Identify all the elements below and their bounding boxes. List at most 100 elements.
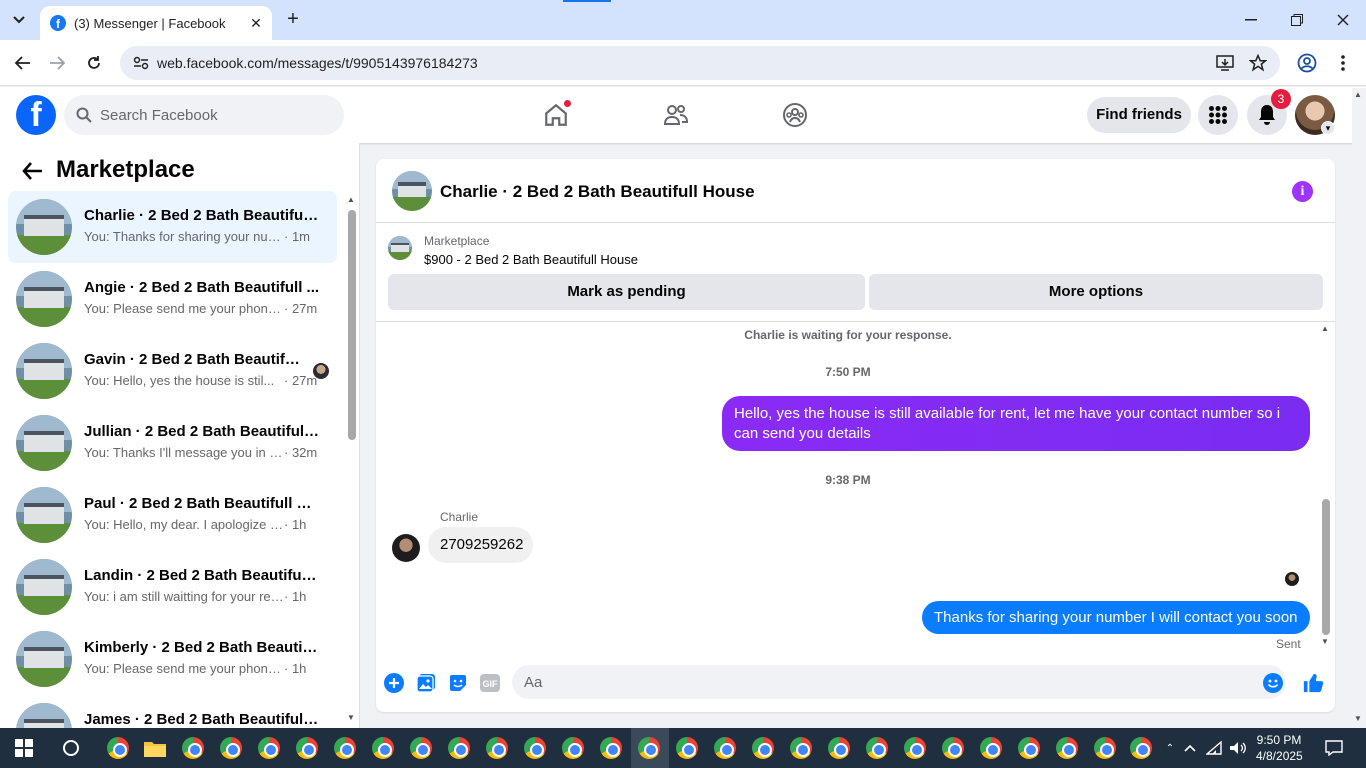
taskbar-chrome-icon[interactable] <box>713 736 737 760</box>
home-nav-button[interactable] <box>540 99 572 131</box>
arrow-left-icon <box>22 162 42 180</box>
taskbar-chrome-icon[interactable] <box>181 736 205 760</box>
windows-start-button[interactable] <box>12 736 36 760</box>
more-actions-button[interactable] <box>383 672 405 694</box>
taskbar-chrome-icon[interactable] <box>333 736 357 760</box>
menu-button[interactable] <box>1198 95 1238 135</box>
conversation-item-charlie[interactable]: Charlie · 2 Bed 2 Bath Beautifull ... Yo… <box>8 191 337 263</box>
conversation-item-kimberly[interactable]: Kimberly · 2 Bed 2 Bath Beautifu... You:… <box>8 623 337 695</box>
reload-button[interactable] <box>83 52 105 74</box>
outgoing-message-bubble[interactable]: Hello, yes the house is still available … <box>722 396 1310 451</box>
info-icon[interactable]: i <box>1292 181 1313 202</box>
taskbar-chrome-icon[interactable] <box>106 736 130 760</box>
install-app-icon[interactable] <box>1215 53 1235 73</box>
gif-button[interactable]: GIF <box>479 672 501 694</box>
volume-icon[interactable] <box>1226 736 1250 760</box>
action-center-button[interactable] <box>1322 736 1346 760</box>
outgoing-message-bubble[interactable]: Thanks for sharing your number I will co… <box>922 601 1310 634</box>
conversation-item-paul[interactable]: Paul · 2 Bed 2 Bath Beautifull Ho... You… <box>8 479 337 551</box>
scroll-up-arrow-icon[interactable]: ▲ <box>1321 324 1329 333</box>
taskbar-chrome-icon[interactable] <box>751 736 775 760</box>
emoji-button[interactable] <box>1262 672 1284 694</box>
taskbar-chrome-icon[interactable] <box>1129 736 1153 760</box>
message-composer: GIF <box>376 659 1335 712</box>
taskbar-chrome-icon[interactable] <box>523 736 547 760</box>
conversation-item-landin[interactable]: Landin · 2 Bed 2 Bath Beautifull ... You… <box>8 551 337 623</box>
restore-button[interactable] <box>1284 8 1310 32</box>
taskbar-chrome-icon[interactable] <box>219 736 243 760</box>
taskbar-chrome-icon[interactable] <box>1017 736 1041 760</box>
show-hidden-icons-button[interactable] <box>1178 736 1202 760</box>
more-options-button[interactable]: More options <box>869 274 1323 310</box>
taskbar-chrome-icon[interactable] <box>979 736 1003 760</box>
sender-avatar[interactable] <box>392 534 420 562</box>
bookmark-star-icon[interactable] <box>1248 53 1268 73</box>
taskbar-chrome-icon[interactable] <box>371 736 395 760</box>
incoming-message-bubble[interactable]: 2709259262 <box>428 527 533 563</box>
profile-button[interactable] <box>1296 52 1318 74</box>
taskbar-chrome-icon[interactable] <box>561 736 585 760</box>
friends-nav-button[interactable] <box>660 99 692 131</box>
taskbar-chrome-icon[interactable] <box>827 736 851 760</box>
marketplace-sidebar: Marketplace Charlie · 2 Bed 2 Bath Beaut… <box>0 143 360 728</box>
taskbar-chrome-icon[interactable] <box>903 736 927 760</box>
taskbar-chrome-icon[interactable] <box>1055 736 1079 760</box>
facebook-search-input[interactable]: Search Facebook <box>64 95 344 135</box>
browser-menu-button[interactable] <box>1332 52 1354 74</box>
taskbar-chrome-icon-active[interactable] <box>637 736 661 760</box>
page-scroll-up-arrow-icon[interactable]: ▲ <box>1354 90 1362 99</box>
photo-icon <box>416 674 435 693</box>
taskbar-chrome-icon[interactable] <box>941 736 965 760</box>
close-tab-icon[interactable]: ✕ <box>248 15 264 31</box>
message-input[interactable] <box>512 665 1286 699</box>
listing-avatar[interactable] <box>392 171 432 211</box>
taskbar-chrome-icon[interactable] <box>257 736 281 760</box>
groups-nav-button[interactable] <box>779 99 811 131</box>
close-window-button[interactable] <box>1330 8 1356 32</box>
taskbar-chrome-icon[interactable] <box>295 736 319 760</box>
like-send-button[interactable] <box>1302 672 1324 694</box>
chat-scrollbar-thumb[interactable] <box>1322 499 1330 635</box>
taskbar-chrome-icon[interactable] <box>1093 736 1117 760</box>
conversation-item-james[interactable]: James · 2 Bed 2 Bath Beautifull ... <box>8 695 337 728</box>
taskbar-chrome-icon[interactable] <box>865 736 889 760</box>
taskbar-chrome-icon[interactable] <box>409 736 433 760</box>
browser-tab-messenger[interactable]: f (3) Messenger | Facebook ✕ <box>40 6 272 40</box>
search-button[interactable] <box>59 736 83 760</box>
minimize-button[interactable] <box>1238 8 1264 32</box>
sidebar-scrollbar-thumb[interactable] <box>348 210 356 440</box>
taskbar-chrome-icon[interactable] <box>599 736 623 760</box>
taskbar-chrome-icon[interactable] <box>447 736 471 760</box>
back-button[interactable] <box>11 52 33 74</box>
network-icon[interactable] <box>1202 736 1226 760</box>
taskbar-chrome-icon[interactable] <box>675 736 699 760</box>
find-friends-button[interactable]: Find friends <box>1087 97 1191 133</box>
scroll-up-arrow-icon[interactable]: ▲ <box>347 195 355 204</box>
sticker-button[interactable] <box>447 672 469 694</box>
scroll-down-arrow-icon[interactable]: ▼ <box>1321 637 1329 646</box>
chat-title[interactable]: Charlie · 2 Bed 2 Bath Beautifull House <box>440 182 755 202</box>
conversation-item-jullian[interactable]: Jullian · 2 Bed 2 Bath Beautifull ... Yo… <box>8 407 337 479</box>
conversation-item-gavin[interactable]: Gavin · 2 Bed 2 Bath Beautifull... You: … <box>8 335 337 407</box>
mark-as-pending-button[interactable]: Mark as pending <box>388 274 865 310</box>
facebook-logo-icon[interactable]: f <box>16 95 56 135</box>
taskbar-chrome-icon[interactable] <box>789 736 813 760</box>
scroll-down-arrow-icon[interactable]: ▼ <box>347 713 355 722</box>
address-bar[interactable]: web.facebook.com/messages/t/990514397618… <box>120 46 1280 80</box>
forward-button[interactable] <box>47 52 69 74</box>
taskbar-chrome-icon[interactable] <box>485 736 509 760</box>
new-tab-button[interactable]: + <box>282 8 304 30</box>
account-chevron-icon[interactable]: ▾ <box>1321 121 1335 135</box>
tab-search-button[interactable] <box>6 8 32 32</box>
back-arrow-button[interactable] <box>20 159 44 183</box>
message-timestamp: 7:50 PM <box>825 365 871 379</box>
listing-price-title[interactable]: $900 - 2 Bed 2 Bath Beautifull House <box>424 252 638 267</box>
file-explorer-icon[interactable] <box>143 736 167 760</box>
grid-menu-icon <box>1209 106 1227 124</box>
page-scroll-down-arrow-icon[interactable]: ▼ <box>1354 714 1362 723</box>
site-info-icon[interactable] <box>129 53 153 73</box>
attach-photo-button[interactable] <box>415 672 437 694</box>
page-scrollbar[interactable] <box>1352 88 1366 728</box>
system-clock[interactable]: 9:50 PM 4/8/2025 <box>1256 732 1303 764</box>
conversation-item-angie[interactable]: Angie · 2 Bed 2 Bath Beautifull ... You:… <box>8 263 337 335</box>
